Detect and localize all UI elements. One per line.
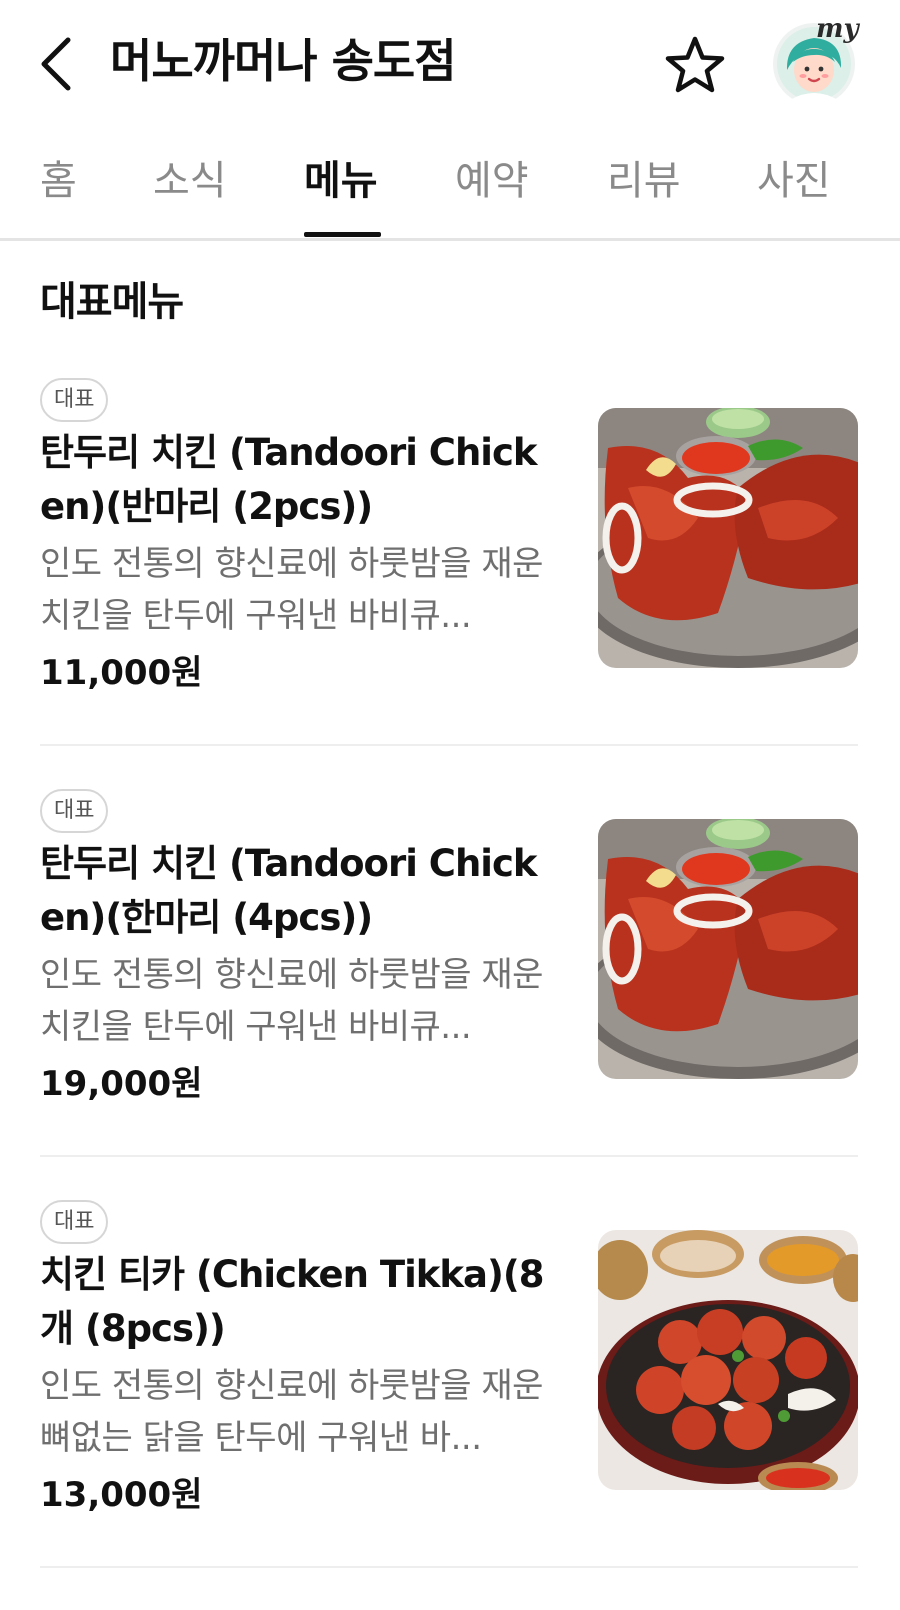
tab-home[interactable]: 홈 bbox=[40, 153, 77, 209]
menu-item[interactable]: 대표 치킨 티카 (Chicken Tikka)(8개 (8pcs)) 인도 전… bbox=[0, 1200, 900, 1610]
item-divider bbox=[40, 1566, 858, 1568]
menu-item-description: 인도 전통의 향신료에 하룻밤을 재운 치킨을 탄두에 구워낸 바비큐... bbox=[40, 544, 543, 636]
menu-item-description-box: 인도 전통의 향신료에 하룻밤을 재운 치킨을 탄두에 구워낸 바비큐... bbox=[40, 949, 550, 1053]
menu-item-description: 인도 전통의 향신료에 하룻밤을 재운 뼈없는 닭을 탄두에 구워낸 바... bbox=[40, 1366, 543, 1458]
signature-badge: 대표 bbox=[40, 789, 109, 833]
menu-item-price: 13,000원 bbox=[40, 1475, 203, 1515]
menu-item-description-box: 인도 전통의 향신료에 하룻밤을 재운 치킨을 탄두에 구워낸 바비큐... bbox=[40, 538, 550, 642]
top-app-bar: 머노까머나 송도점 my bbox=[0, 0, 900, 125]
back-button[interactable] bbox=[30, 30, 90, 94]
menu-item-name: 치킨 티카 (Chicken Tikka)(8개 (8pcs)) bbox=[40, 1253, 545, 1350]
tabs-divider bbox=[0, 238, 900, 241]
my-profile-button[interactable]: my bbox=[768, 14, 868, 114]
tab-menu[interactable]: 메뉴 bbox=[304, 153, 378, 209]
star-outline-icon bbox=[665, 36, 725, 93]
menu-item-name: 탄두리 치킨 (Tandoori Chicken)(한마리 (4pcs)) bbox=[40, 842, 538, 939]
tandoori-chicken-photo bbox=[598, 408, 858, 668]
menu-item[interactable]: 대표 탄두리 치킨 (Tandoori Chicken)(반마리 (2pcs))… bbox=[0, 378, 900, 788]
menu-item-description-box: 인도 전통의 향신료에 하룻밤을 재운 뼈없는 닭을 탄두에 구워낸 바... bbox=[40, 1360, 550, 1464]
item-divider bbox=[40, 744, 858, 746]
signature-badge: 대표 bbox=[40, 378, 109, 422]
my-badge-label: my bbox=[816, 14, 859, 44]
store-tabs: 홈 소식 메뉴 예약 리뷰 사진 bbox=[0, 125, 900, 240]
menu-item[interactable]: 대표 탄두리 치킨 (Tandoori Chicken)(한마리 (4pcs))… bbox=[0, 789, 900, 1199]
tab-reservation[interactable]: 예약 bbox=[455, 153, 529, 209]
chicken-tikka-photo bbox=[598, 1230, 858, 1490]
tab-news[interactable]: 소식 bbox=[153, 153, 227, 209]
menu-item-price: 19,000원 bbox=[40, 1064, 203, 1104]
signature-badge: 대표 bbox=[40, 1200, 109, 1244]
item-divider bbox=[40, 1155, 858, 1157]
section-title: 대표메뉴 bbox=[40, 279, 184, 325]
store-title: 머노까머나 송도점 bbox=[110, 34, 457, 88]
tab-review[interactable]: 리뷰 bbox=[607, 153, 681, 209]
chevron-left-icon bbox=[41, 37, 71, 91]
tab-photo[interactable]: 사진 bbox=[757, 153, 831, 209]
active-tab-indicator bbox=[304, 232, 381, 237]
menu-item-name: 탄두리 치킨 (Tandoori Chicken)(반마리 (2pcs)) bbox=[40, 431, 538, 528]
tandoori-chicken-photo bbox=[598, 819, 858, 1079]
menu-item-description: 인도 전통의 향신료에 하룻밤을 재운 치킨을 탄두에 구워낸 바비큐... bbox=[40, 955, 543, 1047]
favorite-button[interactable] bbox=[662, 34, 728, 96]
menu-item-price: 11,000원 bbox=[40, 653, 203, 693]
